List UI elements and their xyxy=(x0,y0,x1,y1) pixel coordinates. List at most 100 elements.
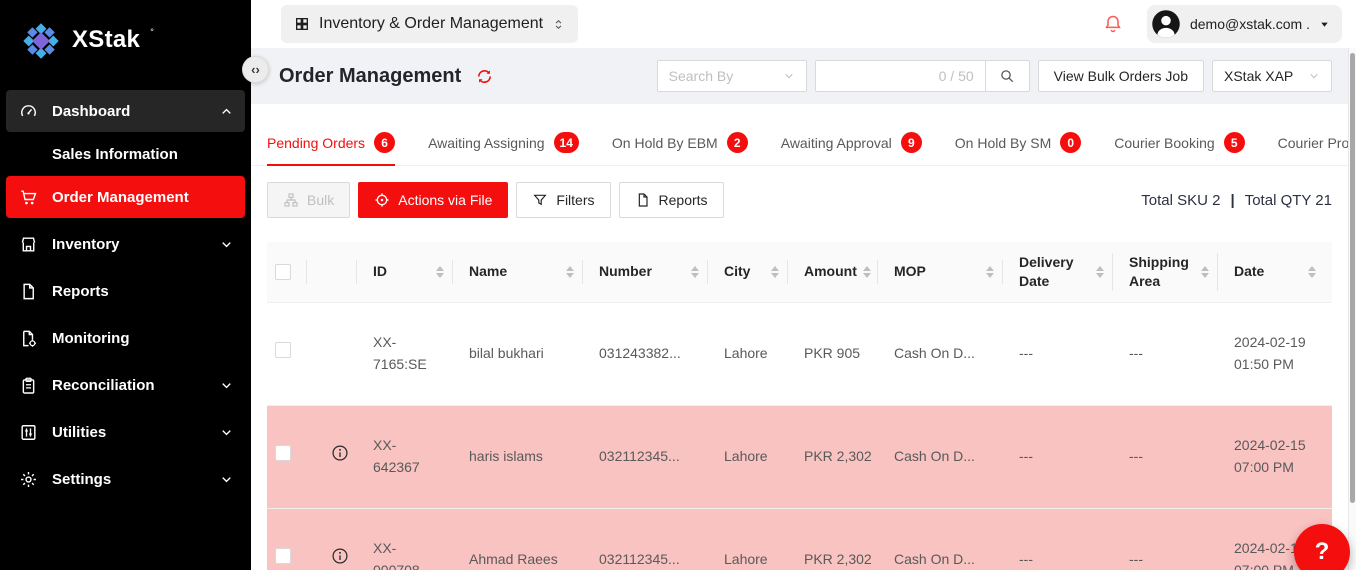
tab-label: Awaiting Assigning xyxy=(428,135,544,151)
sort-carets-icon xyxy=(986,266,994,278)
order-date: 2024-02-15 07:00 PM xyxy=(1234,435,1314,478)
column-header[interactable]: MOP xyxy=(886,242,1011,302)
chevron-down-icon xyxy=(220,473,233,486)
avatar xyxy=(1151,9,1181,39)
sort-carets-icon xyxy=(1308,266,1316,278)
sliders-icon xyxy=(19,423,38,442)
column-header[interactable]: Delivery Date xyxy=(1011,242,1121,302)
info-icon[interactable] xyxy=(330,443,350,463)
sidebar-item[interactable]: Inventory xyxy=(6,223,245,265)
customer-name: Ahmad Raees xyxy=(461,508,591,570)
sort-carets-icon xyxy=(1201,266,1209,278)
chevron-down-icon xyxy=(220,238,233,251)
column-header[interactable]: Date xyxy=(1226,242,1332,302)
column-label: Amount xyxy=(804,262,857,281)
city: Lahore xyxy=(716,508,796,570)
row-checkbox[interactable] xyxy=(275,445,291,461)
app-switcher-label: Inventory & Order Management xyxy=(319,15,543,33)
actions-via-file-button[interactable]: Actions via File xyxy=(358,182,508,218)
notification-bell-icon[interactable] xyxy=(1103,14,1123,34)
tab[interactable]: Courier Proc xyxy=(1278,120,1348,165)
column-header[interactable]: ID xyxy=(365,242,461,302)
totals-divider: | xyxy=(1231,192,1235,209)
tab[interactable]: Awaiting Approval 9 xyxy=(781,120,922,165)
sidebar: XStak ° Dashboard Sales Information Orde… xyxy=(0,0,251,570)
city: Lahore xyxy=(716,302,796,405)
sidebar-item[interactable]: Dashboard xyxy=(6,90,245,132)
column-header[interactable]: Name xyxy=(461,242,591,302)
column-header[interactable]: Number xyxy=(591,242,716,302)
phone-number: 032112345... xyxy=(591,405,716,508)
user-menu[interactable]: demo@xstak.com . xyxy=(1147,5,1342,43)
order-row[interactable]: XX-7165:SE bilal bukhari 031243382... La… xyxy=(267,302,1332,405)
tab-label: On Hold By EBM xyxy=(612,135,718,151)
tab-count-badge: 5 xyxy=(1224,132,1245,153)
xap-value: XStak XAP xyxy=(1224,68,1293,84)
tab-list: Pending Orders 6 Awaiting Assigning 14 O… xyxy=(267,120,1348,165)
table-header-row: ID Name xyxy=(267,242,1332,302)
scrollbar-thumb[interactable] xyxy=(1350,53,1355,503)
info-icon[interactable] xyxy=(330,546,350,566)
sidebar-item[interactable]: Reconciliation xyxy=(6,364,245,406)
select-all-checkbox[interactable] xyxy=(275,264,291,280)
search-by-select[interactable]: Search By xyxy=(657,60,807,92)
sidebar-item[interactable]: Order Management xyxy=(6,176,245,218)
sidebar-item-label: Inventory xyxy=(52,236,120,253)
column-label: ID xyxy=(373,262,387,281)
order-row[interactable]: XX-000708 Ahmad Raees 032112345... Lahor… xyxy=(267,508,1332,570)
sitemap-icon xyxy=(283,192,299,208)
reports-button[interactable]: Reports xyxy=(619,182,724,218)
file-icon xyxy=(635,192,651,208)
customer-name: bilal bukhari xyxy=(461,302,591,405)
sidebar-item-label: Reports xyxy=(52,283,109,300)
column-label: Number xyxy=(599,262,652,281)
tab[interactable]: On Hold By EBM 2 xyxy=(612,120,748,165)
page-scrollbar[interactable] xyxy=(1348,48,1356,570)
column-header[interactable] xyxy=(267,242,315,302)
column-header[interactable]: Shipping Area xyxy=(1121,242,1226,302)
order-id: XX-7165:SE xyxy=(373,332,433,375)
sidebar-item[interactable]: Sales Information xyxy=(6,137,245,171)
column-header[interactable]: City xyxy=(716,242,796,302)
search-input[interactable]: 0 / 50 xyxy=(815,60,985,92)
tab-count-badge: 0 xyxy=(1060,132,1081,153)
row-checkbox[interactable] xyxy=(275,342,291,358)
amount: PKR 2,302 xyxy=(796,508,886,570)
xap-select[interactable]: XStak XAP xyxy=(1212,60,1332,92)
row-checkbox[interactable] xyxy=(275,548,291,564)
sidebar-item[interactable]: Monitoring xyxy=(6,317,245,359)
filters-button[interactable]: Filters xyxy=(516,182,610,218)
column-header[interactable] xyxy=(315,242,365,302)
tab[interactable]: Courier Booking 5 xyxy=(1114,120,1244,165)
sidebar-item[interactable]: Settings xyxy=(6,458,245,500)
sidebar-item[interactable]: Reports xyxy=(6,270,245,312)
sidebar-item-label: Sales Information xyxy=(52,146,178,163)
mop: Cash On D... xyxy=(886,302,1011,405)
search-button[interactable] xyxy=(985,60,1030,92)
shipping-area: --- xyxy=(1121,405,1226,508)
app-switcher[interactable]: Inventory & Order Management xyxy=(281,5,578,43)
tab[interactable]: Pending Orders 6 xyxy=(267,120,395,165)
refresh-icon[interactable] xyxy=(475,67,494,86)
tab[interactable]: Awaiting Assigning 14 xyxy=(428,120,579,165)
header-controls: Search By 0 / 50 View Bulk Orders Job XS… xyxy=(657,60,1332,92)
tab-count-badge: 6 xyxy=(374,132,395,153)
phone-number: 031243382... xyxy=(591,302,716,405)
column-label: Date xyxy=(1234,262,1264,281)
tab[interactable]: On Hold By SM 0 xyxy=(955,120,1081,165)
column-header[interactable]: Amount xyxy=(796,242,886,302)
sidebar-collapse-toggle[interactable]: ‹› xyxy=(242,56,269,83)
bulk-button[interactable]: Bulk xyxy=(267,182,350,218)
grid-icon xyxy=(294,16,310,32)
chevron-down-icon xyxy=(1308,70,1320,82)
order-status-tabs: Pending Orders 6 Awaiting Assigning 14 O… xyxy=(251,120,1348,166)
tab-label: Awaiting Approval xyxy=(781,135,892,151)
view-bulk-orders-button[interactable]: View Bulk Orders Job xyxy=(1038,60,1204,92)
monitor-icon xyxy=(19,329,38,348)
city: Lahore xyxy=(716,405,796,508)
sidebar-item-label: Utilities xyxy=(52,424,106,441)
main-area: Order Management Search By 0 / 50 View B… xyxy=(251,48,1356,570)
sidebar-item[interactable]: Utilities xyxy=(6,411,245,453)
table-body: XX-7165:SE bilal bukhari 031243382... La… xyxy=(267,302,1332,570)
order-row[interactable]: XX-642367 haris islams 032112345... Laho… xyxy=(267,405,1332,508)
